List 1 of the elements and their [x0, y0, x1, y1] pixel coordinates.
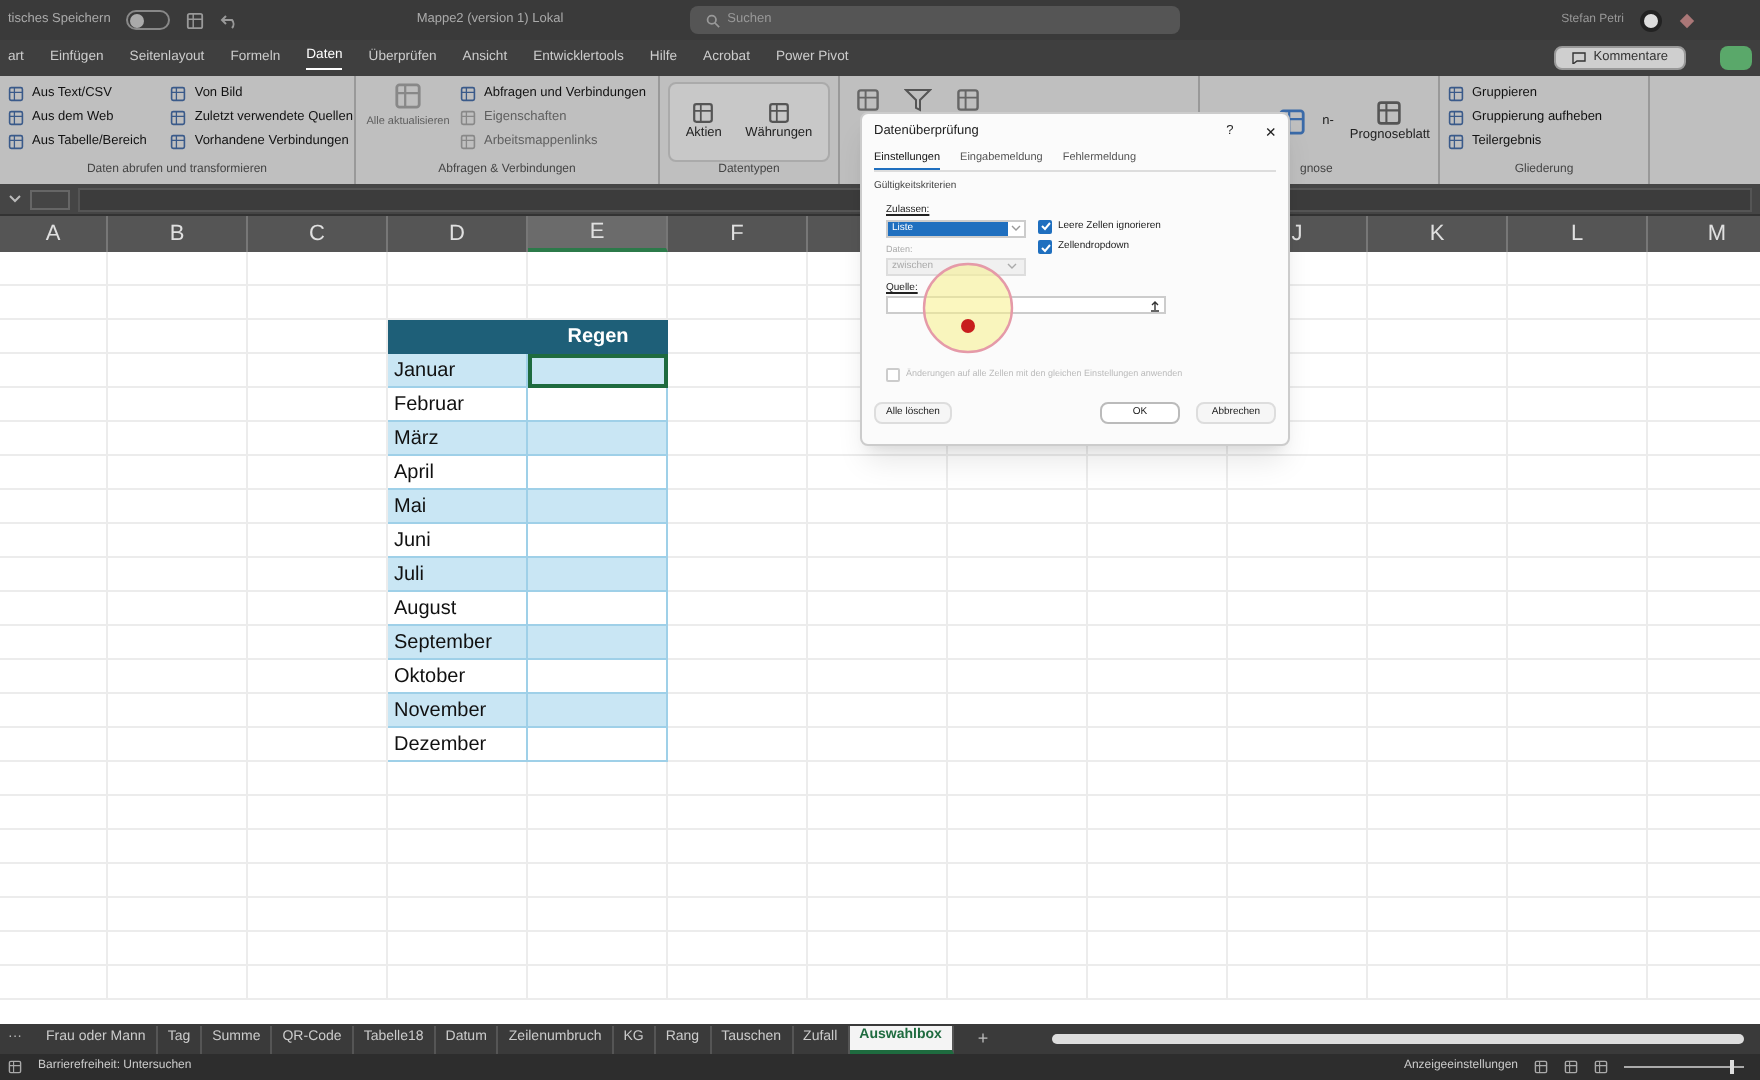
- table-header: Regen: [528, 320, 668, 354]
